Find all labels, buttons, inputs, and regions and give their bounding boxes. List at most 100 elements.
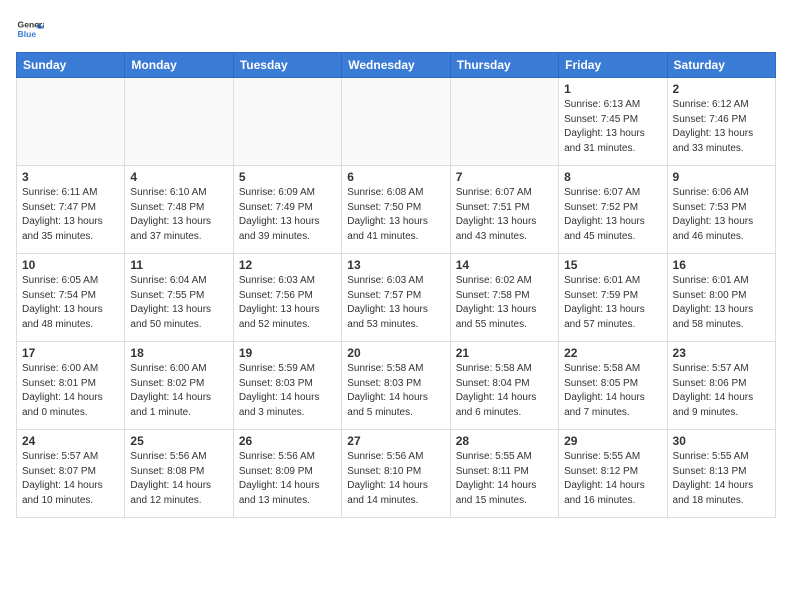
- weekday-header-wednesday: Wednesday: [342, 53, 450, 78]
- day-number: 3: [22, 170, 119, 184]
- day-number: 26: [239, 434, 336, 448]
- calendar-cell: 5 Sunrise: 6:09 AM Sunset: 7:49 PM Daylig…: [233, 166, 341, 254]
- weekday-header-monday: Monday: [125, 53, 233, 78]
- day-number: 15: [564, 258, 661, 272]
- calendar-cell: 1 Sunrise: 6:13 AM Sunset: 7:45 PM Daylig…: [559, 78, 667, 166]
- calendar-cell: 19 Sunrise: 5:59 AM Sunset: 8:03 PM Dayli…: [233, 342, 341, 430]
- day-info: Sunrise: 6:02 AM Sunset: 7:58 PM Dayligh…: [456, 274, 553, 332]
- calendar-cell: 3 Sunrise: 6:11 AM Sunset: 7:47 PM Daylig…: [17, 166, 125, 254]
- calendar-cell: 30 Sunrise: 5:55 AM Sunset: 8:13 PM Dayli…: [667, 430, 775, 518]
- day-number: 20: [347, 346, 444, 360]
- day-number: 6: [347, 170, 444, 184]
- calendar-cell: 29 Sunrise: 5:55 AM Sunset: 8:12 PM Dayli…: [559, 430, 667, 518]
- day-info: Sunrise: 5:57 AM Sunset: 8:07 PM Dayligh…: [22, 450, 119, 508]
- day-info: Sunrise: 5:55 AM Sunset: 8:12 PM Dayligh…: [564, 450, 661, 508]
- day-number: 21: [456, 346, 553, 360]
- day-number: 29: [564, 434, 661, 448]
- week-row-3: 10 Sunrise: 6:05 AM Sunset: 7:54 PM Dayli…: [17, 254, 776, 342]
- day-info: Sunrise: 6:04 AM Sunset: 7:55 PM Dayligh…: [130, 274, 227, 332]
- calendar-cell: 26 Sunrise: 5:56 AM Sunset: 8:09 PM Dayli…: [233, 430, 341, 518]
- calendar-cell: 18 Sunrise: 6:00 AM Sunset: 8:02 PM Dayli…: [125, 342, 233, 430]
- day-info: Sunrise: 5:58 AM Sunset: 8:04 PM Dayligh…: [456, 362, 553, 420]
- day-info: Sunrise: 6:11 AM Sunset: 7:47 PM Dayligh…: [22, 186, 119, 244]
- day-number: 30: [673, 434, 770, 448]
- weekday-header-thursday: Thursday: [450, 53, 558, 78]
- calendar-cell: 8 Sunrise: 6:07 AM Sunset: 7:52 PM Daylig…: [559, 166, 667, 254]
- calendar-cell: 12 Sunrise: 6:03 AM Sunset: 7:56 PM Dayli…: [233, 254, 341, 342]
- calendar-cell: 14Sunrise: 6:02 AM Sunset: 7:58 PM Dayli…: [450, 254, 558, 342]
- calendar-cell: 4 Sunrise: 6:10 AM Sunset: 7:48 PM Daylig…: [125, 166, 233, 254]
- day-info: Sunrise: 5:59 AM Sunset: 8:03 PM Dayligh…: [239, 362, 336, 420]
- weekday-header-friday: Friday: [559, 53, 667, 78]
- calendar-cell: [233, 78, 341, 166]
- day-info: Sunrise: 5:55 AM Sunset: 8:13 PM Dayligh…: [673, 450, 770, 508]
- calendar-cell: 13 Sunrise: 6:03 AM Sunset: 7:57 PM Dayli…: [342, 254, 450, 342]
- calendar-cell: 25Sunrise: 5:56 AM Sunset: 8:08 PM Dayli…: [125, 430, 233, 518]
- day-info: Sunrise: 6:00 AM Sunset: 8:01 PM Dayligh…: [22, 362, 119, 420]
- day-number: 27: [347, 434, 444, 448]
- calendar-cell: [17, 78, 125, 166]
- day-number: 13: [347, 258, 444, 272]
- calendar-cell: [125, 78, 233, 166]
- calendar-cell: 27 Sunrise: 5:56 AM Sunset: 8:10 PM Dayli…: [342, 430, 450, 518]
- day-info: Sunrise: 5:58 AM Sunset: 8:05 PM Dayligh…: [564, 362, 661, 420]
- day-info: Sunrise: 6:01 AM Sunset: 8:00 PM Dayligh…: [673, 274, 770, 332]
- day-info: Sunrise: 6:03 AM Sunset: 7:56 PM Dayligh…: [239, 274, 336, 332]
- day-number: 1: [564, 82, 661, 96]
- day-info: Sunrise: 5:57 AM Sunset: 8:06 PM Dayligh…: [673, 362, 770, 420]
- day-number: 11: [130, 258, 227, 272]
- day-number: 16: [673, 258, 770, 272]
- day-number: 5: [239, 170, 336, 184]
- svg-text:Blue: Blue: [18, 29, 37, 39]
- day-info: Sunrise: 6:00 AM Sunset: 8:02 PM Dayligh…: [130, 362, 227, 420]
- day-number: 9: [673, 170, 770, 184]
- weekday-header-row: SundayMondayTuesdayWednesdayThursdayFrid…: [17, 53, 776, 78]
- calendar-cell: 11 Sunrise: 6:04 AM Sunset: 7:55 PM Dayli…: [125, 254, 233, 342]
- calendar-cell: 10 Sunrise: 6:05 AM Sunset: 7:54 PM Dayli…: [17, 254, 125, 342]
- day-info: Sunrise: 6:05 AM Sunset: 7:54 PM Dayligh…: [22, 274, 119, 332]
- day-number: 2: [673, 82, 770, 96]
- calendar-cell: 9Sunrise: 6:06 AM Sunset: 7:53 PM Daylig…: [667, 166, 775, 254]
- calendar-cell: 20 Sunrise: 5:58 AM Sunset: 8:03 PM Dayli…: [342, 342, 450, 430]
- day-info: Sunrise: 6:01 AM Sunset: 7:59 PM Dayligh…: [564, 274, 661, 332]
- day-info: Sunrise: 6:10 AM Sunset: 7:48 PM Dayligh…: [130, 186, 227, 244]
- calendar-cell: 15 Sunrise: 6:01 AM Sunset: 7:59 PM Dayli…: [559, 254, 667, 342]
- day-number: 18: [130, 346, 227, 360]
- day-info: Sunrise: 6:08 AM Sunset: 7:50 PM Dayligh…: [347, 186, 444, 244]
- day-info: Sunrise: 6:12 AM Sunset: 7:46 PM Dayligh…: [673, 98, 770, 156]
- day-number: 23: [673, 346, 770, 360]
- day-number: 22: [564, 346, 661, 360]
- day-info: Sunrise: 5:58 AM Sunset: 8:03 PM Dayligh…: [347, 362, 444, 420]
- week-row-4: 17 Sunrise: 6:00 AM Sunset: 8:01 PM Dayli…: [17, 342, 776, 430]
- page-header: General Blue: [16, 16, 776, 44]
- day-info: Sunrise: 5:56 AM Sunset: 8:09 PM Dayligh…: [239, 450, 336, 508]
- calendar-cell: 23 Sunrise: 5:57 AM Sunset: 8:06 PM Dayli…: [667, 342, 775, 430]
- calendar-cell: [450, 78, 558, 166]
- day-info: Sunrise: 6:07 AM Sunset: 7:51 PM Dayligh…: [456, 186, 553, 244]
- weekday-header-saturday: Saturday: [667, 53, 775, 78]
- calendar-cell: 28 Sunrise: 5:55 AM Sunset: 8:11 PM Dayli…: [450, 430, 558, 518]
- weekday-header-sunday: Sunday: [17, 53, 125, 78]
- week-row-1: 1 Sunrise: 6:13 AM Sunset: 7:45 PM Daylig…: [17, 78, 776, 166]
- calendar-cell: 17 Sunrise: 6:00 AM Sunset: 8:01 PM Dayli…: [17, 342, 125, 430]
- calendar-cell: 7Sunrise: 6:07 AM Sunset: 7:51 PM Daylig…: [450, 166, 558, 254]
- day-number: 24: [22, 434, 119, 448]
- calendar-cell: [342, 78, 450, 166]
- day-number: 10: [22, 258, 119, 272]
- day-info: Sunrise: 5:56 AM Sunset: 8:10 PM Dayligh…: [347, 450, 444, 508]
- day-info: Sunrise: 6:03 AM Sunset: 7:57 PM Dayligh…: [347, 274, 444, 332]
- calendar-table: SundayMondayTuesdayWednesdayThursdayFrid…: [16, 52, 776, 518]
- day-info: Sunrise: 6:09 AM Sunset: 7:49 PM Dayligh…: [239, 186, 336, 244]
- week-row-2: 3 Sunrise: 6:11 AM Sunset: 7:47 PM Daylig…: [17, 166, 776, 254]
- day-info: Sunrise: 6:13 AM Sunset: 7:45 PM Dayligh…: [564, 98, 661, 156]
- day-info: Sunrise: 5:55 AM Sunset: 8:11 PM Dayligh…: [456, 450, 553, 508]
- calendar-cell: 2 Sunrise: 6:12 AM Sunset: 7:46 PM Daylig…: [667, 78, 775, 166]
- day-number: 12: [239, 258, 336, 272]
- day-info: Sunrise: 6:07 AM Sunset: 7:52 PM Dayligh…: [564, 186, 661, 244]
- calendar-cell: 24 Sunrise: 5:57 AM Sunset: 8:07 PM Dayli…: [17, 430, 125, 518]
- day-number: 28: [456, 434, 553, 448]
- day-number: 17: [22, 346, 119, 360]
- day-number: 19: [239, 346, 336, 360]
- day-number: 4: [130, 170, 227, 184]
- day-number: 8: [564, 170, 661, 184]
